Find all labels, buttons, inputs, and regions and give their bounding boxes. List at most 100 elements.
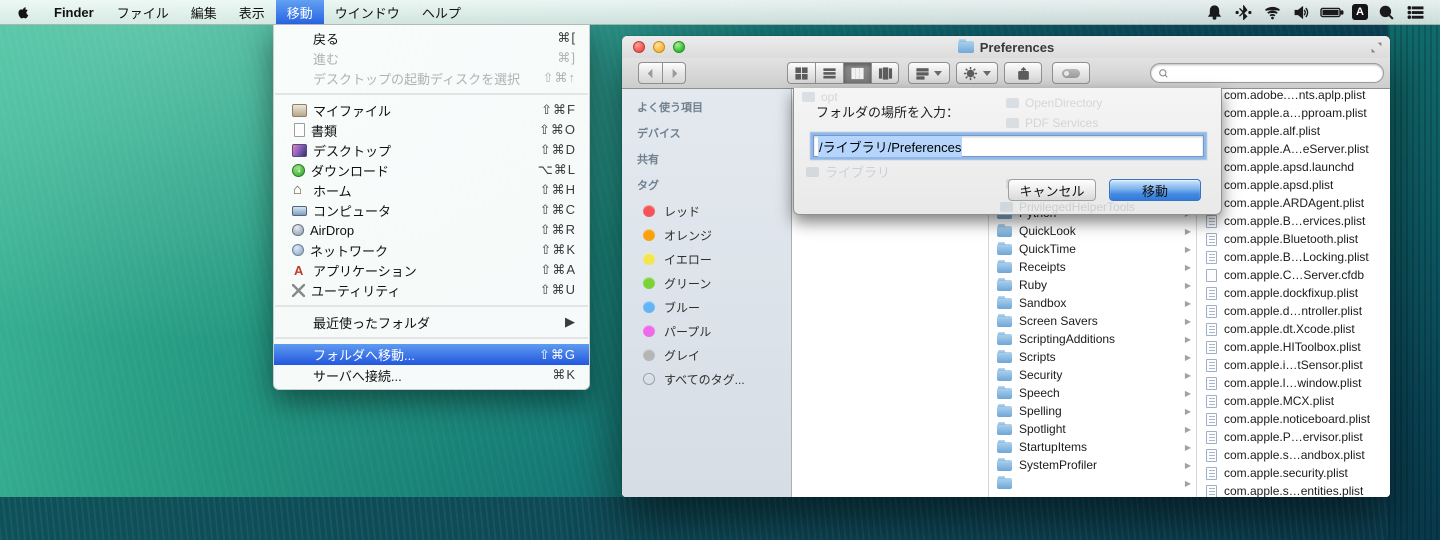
share-button[interactable] <box>1004 62 1042 84</box>
folder-row[interactable]: Spelling ▶ <box>988 402 1196 420</box>
go-menu-item[interactable]: 進む ⌘] <box>274 48 589 68</box>
list-view-button[interactable] <box>815 62 843 84</box>
sidebar-tag-item[interactable]: ブルー <box>637 295 791 319</box>
go-menu-item[interactable]: ホーム ⇧⌘H <box>274 180 589 200</box>
file-row[interactable]: com.apple.A…eServer.plist <box>1197 140 1390 158</box>
coverflow-view-button[interactable] <box>871 62 899 84</box>
path-input[interactable]: /ライブラリ/Preferences <box>813 135 1204 157</box>
file-row[interactable]: com.apple.alf.plist <box>1197 122 1390 140</box>
folder-row[interactable]: Security ▶ <box>988 366 1196 384</box>
go-menu-item[interactable]: アプリケーション ⇧⌘A <box>274 260 589 280</box>
input-source-icon[interactable]: A <box>1352 4 1368 20</box>
sidebar-tag-item[interactable]: グリーン <box>637 271 791 295</box>
notification-center-icon[interactable] <box>1404 1 1426 23</box>
sidebar-tag-item[interactable]: イエロー <box>637 247 791 271</box>
menubar-menu-item[interactable]: 表示 <box>228 0 276 24</box>
action-gear-button[interactable] <box>956 62 998 84</box>
menubar-menu-item[interactable]: ヘルプ <box>411 0 472 24</box>
forward-button[interactable] <box>662 62 686 84</box>
file-row[interactable]: com.apple.apsd.plist <box>1197 176 1390 194</box>
file-row[interactable]: com.apple.HIToolbox.plist <box>1197 338 1390 356</box>
file-row[interactable]: com.apple.dockfixup.plist <box>1197 284 1390 302</box>
go-menu-item[interactable]: ユーティリティ ⇧⌘U <box>274 280 589 300</box>
go-menu-item[interactable] <box>275 93 588 95</box>
sidebar-tag-item[interactable]: グレイ <box>637 343 791 367</box>
sidebar-tag-item[interactable]: レッド <box>637 199 791 223</box>
file-row[interactable]: com.apple.MCX.plist <box>1197 392 1390 410</box>
go-menu-item[interactable] <box>275 337 588 339</box>
sidebar-tag-item[interactable]: オレンジ <box>637 223 791 247</box>
go-menu-item[interactable]: AirDrop ⇧⌘R <box>274 220 589 240</box>
go-menu-item[interactable]: 戻る ⌘[ <box>274 28 589 48</box>
column-view-button[interactable] <box>843 62 871 84</box>
file-row[interactable]: com.apple.B…Locking.plist <box>1197 248 1390 266</box>
minimize-button[interactable] <box>653 41 665 53</box>
menubar-menu-item[interactable]: ファイル <box>106 0 180 24</box>
close-button[interactable] <box>633 41 645 53</box>
folder-row[interactable]: QuickLook ▶ <box>988 222 1196 240</box>
zoom-button[interactable] <box>673 41 685 53</box>
file-row[interactable]: com.apple.ARDAgent.plist <box>1197 194 1390 212</box>
menubar-menu-item[interactable]: ウインドウ <box>324 0 411 24</box>
wifi-icon[interactable] <box>1261 1 1283 23</box>
bluetooth-icon[interactable] <box>1232 1 1254 23</box>
folder-row[interactable]: Spotlight ▶ <box>988 420 1196 438</box>
go-menu-item[interactable]: 最近使ったフォルダ ▶ <box>274 312 589 332</box>
go-menu-item[interactable]: マイファイル ⇧⌘F <box>274 100 589 120</box>
fullscreen-icon[interactable] <box>1370 41 1383 54</box>
go-menu-item[interactable]: デスクトップ ⇧⌘D <box>274 140 589 160</box>
back-button[interactable] <box>638 62 662 84</box>
bell-icon[interactable] <box>1203 1 1225 23</box>
go-menu-item[interactable]: ネットワーク ⇧⌘K <box>274 240 589 260</box>
file-row[interactable]: com.apple.a…pproam.plist <box>1197 104 1390 122</box>
folder-proxy-icon[interactable] <box>957 39 974 53</box>
apple-menu[interactable] <box>0 0 42 24</box>
file-row[interactable]: com.apple.l…window.plist <box>1197 374 1390 392</box>
folder-row[interactable]: ▶ <box>988 474 1196 492</box>
go-menu-item[interactable]: コンピュータ ⇧⌘C <box>274 200 589 220</box>
folder-row[interactable]: Ruby ▶ <box>988 276 1196 294</box>
window-titlebar[interactable]: Preferences <box>622 36 1390 58</box>
folder-row[interactable]: Screen Savers ▶ <box>988 312 1196 330</box>
file-row[interactable]: com.apple.d…ntroller.plist <box>1197 302 1390 320</box>
tags-button[interactable] <box>1052 62 1090 84</box>
go-menu-item[interactable]: デスクトップの起動ディスクを選択 ⇧⌘↑ <box>274 68 589 88</box>
folder-row[interactable]: SystemProfiler ▶ <box>988 456 1196 474</box>
file-row[interactable]: com.apple.C…Server.cfdb <box>1197 266 1390 284</box>
file-row[interactable]: com.apple.P…ervisor.plist <box>1197 428 1390 446</box>
go-menu-item[interactable]: 書類 ⇧⌘O <box>274 120 589 140</box>
search-input[interactable] <box>1150 63 1384 83</box>
file-row[interactable]: com.apple.s…andbox.plist <box>1197 446 1390 464</box>
icon-view-button[interactable] <box>787 62 815 84</box>
folder-row[interactable]: Scripts ▶ <box>988 348 1196 366</box>
folder-row[interactable]: ScriptingAdditions ▶ <box>988 330 1196 348</box>
go-menu-item[interactable]: ダウンロード ⌥⌘L <box>274 160 589 180</box>
folder-row[interactable]: QuickTime ▶ <box>988 240 1196 258</box>
volume-icon[interactable] <box>1290 1 1312 23</box>
battery-icon[interactable] <box>1319 1 1345 23</box>
file-row[interactable]: com.apple.B…ervices.plist <box>1197 212 1390 230</box>
file-row[interactable]: com.apple.apsd.launchd <box>1197 158 1390 176</box>
arrange-menu-button[interactable] <box>908 62 950 84</box>
sidebar-tag-item[interactable]: すべてのタグ... <box>637 367 791 391</box>
spotlight-icon[interactable] <box>1375 1 1397 23</box>
menubar-menu-item[interactable]: Finder <box>42 0 106 24</box>
cancel-button[interactable]: キャンセル <box>1008 179 1096 201</box>
file-row[interactable]: com.apple.dt.Xcode.plist <box>1197 320 1390 338</box>
folder-row[interactable]: Receipts ▶ <box>988 258 1196 276</box>
menubar-menu-item[interactable]: 編集 <box>180 0 228 24</box>
folder-row[interactable]: StartupItems ▶ <box>988 438 1196 456</box>
go-menu-item[interactable] <box>275 305 588 307</box>
menubar-menu-item[interactable]: 移動 <box>275 0 324 24</box>
file-row[interactable]: com.apple.security.plist <box>1197 464 1390 482</box>
file-row[interactable]: com.apple.i…tSensor.plist <box>1197 356 1390 374</box>
folder-row[interactable]: Speech ▶ <box>988 384 1196 402</box>
folder-row[interactable]: Sandbox ▶ <box>988 294 1196 312</box>
sidebar-tag-item[interactable]: パープル <box>637 319 791 343</box>
go-button[interactable]: 移動 <box>1109 179 1201 201</box>
go-menu-item[interactable]: サーバへ接続... ⌘K <box>274 365 589 385</box>
file-row[interactable]: com.apple.s…entities.plist <box>1197 482 1390 497</box>
go-menu-item[interactable]: フォルダへ移動... ⇧⌘G <box>274 344 589 365</box>
file-row[interactable]: com.apple.Bluetooth.plist <box>1197 230 1390 248</box>
file-row[interactable]: com.apple.noticeboard.plist <box>1197 410 1390 428</box>
